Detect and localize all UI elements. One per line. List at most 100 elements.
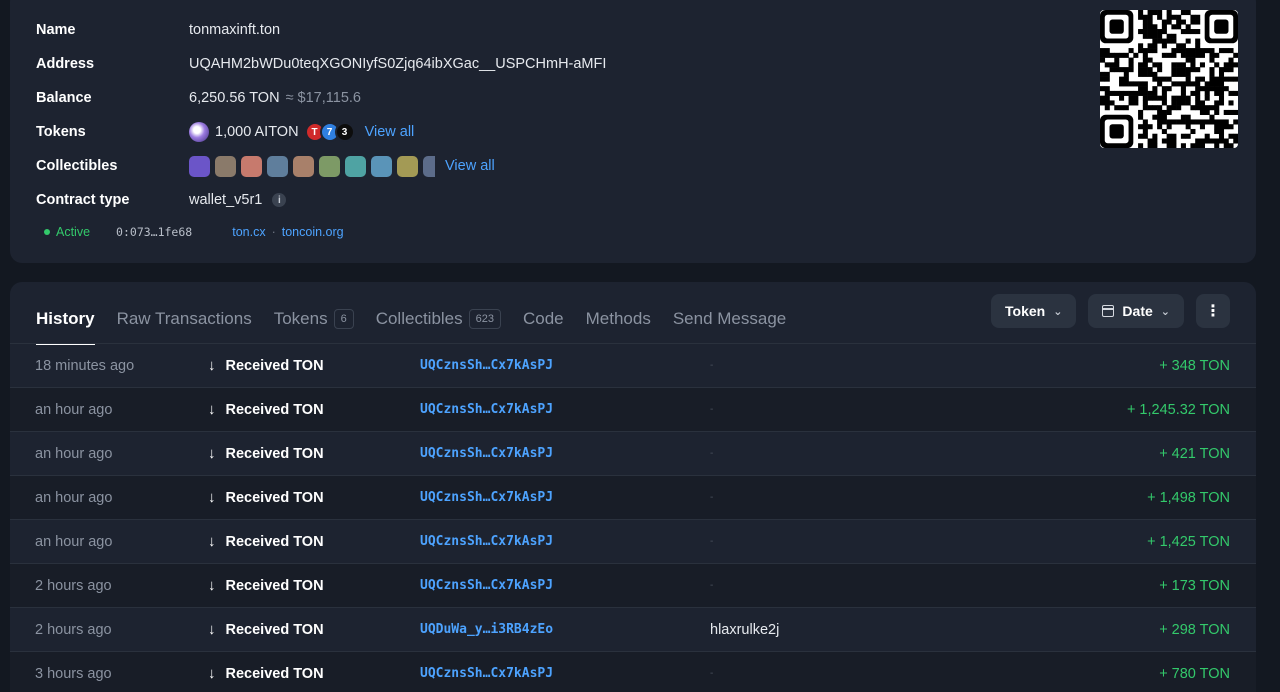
- chevron-down-icon: ⌄: [1160, 305, 1170, 318]
- tokens-label: Tokens: [36, 124, 86, 140]
- date-filter-label: Date: [1122, 303, 1153, 319]
- tx-amount: + 421 TON: [1159, 445, 1230, 462]
- address-value[interactable]: UQAHM2bWDu0teqXGONIyfS0Zjq64ibXGac__USPC…: [189, 56, 606, 72]
- tx-amount: + 298 TON: [1159, 621, 1230, 638]
- tab-send-message[interactable]: Send Message: [673, 294, 786, 344]
- filter-bar: Token ⌄ Date ⌄ ⋮: [979, 294, 1230, 328]
- tx-action: ↓ Received TON: [208, 357, 324, 374]
- active-status-dot-icon: [44, 229, 50, 235]
- tx-sender-address-link[interactable]: UQCznsSh…Cx7kAsPJ: [420, 534, 553, 549]
- status-badge: Active: [56, 225, 91, 239]
- link-separator: ·: [271, 225, 276, 239]
- collectibles-label: Collectibles: [36, 158, 118, 174]
- calendar-icon: [1102, 305, 1115, 317]
- tx-time: 3 hours ago: [35, 665, 112, 682]
- raw-address[interactable]: 0:073…1fe68: [116, 225, 192, 239]
- tab-label: History: [36, 309, 95, 328]
- contract-type-value: wallet_v5r1: [189, 192, 263, 208]
- tokens-view-all-link[interactable]: View all: [365, 124, 415, 140]
- transaction-row[interactable]: an hour ago ↓ Received TON UQCznsSh…Cx7kAsP…: [10, 475, 1256, 519]
- nft-thumbnail[interactable]: [215, 155, 236, 177]
- tx-comment: -: [710, 492, 714, 503]
- ton-cx-link[interactable]: ton.cx: [232, 225, 265, 239]
- transaction-row[interactable]: an hour ago ↓ Received TON UQCznsSh…Cx7kAsP…: [10, 519, 1256, 563]
- tab-tokens[interactable]: Tokens 6: [274, 294, 354, 344]
- tokens-value: 1,000 AITON T 7 3 View all: [189, 122, 414, 142]
- tx-action-label: Received TON: [225, 621, 324, 638]
- transaction-row[interactable]: an hour ago ↓ Received TON UQCznsSh…Cx7kAsP…: [10, 431, 1256, 475]
- balance-usd: ≈ $17,115.6: [285, 90, 361, 106]
- arrow-down-icon: ↓: [208, 533, 216, 550]
- transaction-row[interactable]: 3 hours ago ↓ Received TON UQCznsSh…Cx7kAsP…: [10, 651, 1256, 692]
- transaction-row[interactable]: 2 hours ago ↓ Received TON UQDuWa_y…i3RB4zE…: [10, 607, 1256, 651]
- black-token-icon: 3: [334, 122, 355, 142]
- tx-sender-address-link[interactable]: UQCznsSh…Cx7kAsPJ: [420, 358, 553, 373]
- nft-thumbnail[interactable]: [319, 155, 340, 177]
- tx-comment: -: [710, 580, 714, 591]
- tx-amount: + 348 TON: [1159, 357, 1230, 374]
- nft-thumbnail[interactable]: [423, 155, 435, 177]
- name-value[interactable]: tonmaxinft.ton: [189, 22, 280, 38]
- address-label: Address: [36, 56, 95, 72]
- qr-code-image: [1100, 10, 1239, 149]
- arrow-down-icon: ↓: [208, 577, 216, 594]
- transaction-row[interactable]: 18 minutes ago ↓ Received TON UQCznsSh…Cx7k…: [10, 343, 1256, 387]
- tab-raw-transactions[interactable]: Raw Transactions: [117, 294, 252, 344]
- tx-sender-address-link[interactable]: UQDuWa_y…i3RB4zEo: [420, 622, 553, 637]
- info-icon[interactable]: i: [272, 193, 287, 207]
- nft-thumbnail[interactable]: [189, 155, 210, 177]
- tx-comment: -: [710, 668, 714, 679]
- transaction-row[interactable]: an hour ago ↓ Received TON UQCznsSh…Cx7kAsP…: [10, 387, 1256, 431]
- date-filter-dropdown[interactable]: Date ⌄: [1088, 294, 1184, 328]
- aiton-token-icon: [189, 122, 209, 142]
- tx-amount: + 1,498 TON: [1147, 489, 1230, 506]
- collectibles-count-badge: 623: [468, 309, 501, 329]
- balance-value: 6,250.56 TON ≈ $17,115.6: [189, 90, 361, 106]
- address-row: Address UQAHM2bWDu0teqXGONIyfS0Zjq64ibXG…: [36, 53, 606, 75]
- transaction-row[interactable]: 2 hours ago ↓ Received TON UQCznsSh…Cx7kAsP…: [10, 563, 1256, 607]
- token-filter-dropdown[interactable]: Token ⌄: [991, 294, 1077, 328]
- nft-thumbnail[interactable]: [397, 155, 418, 177]
- qr-code[interactable]: [1100, 10, 1239, 149]
- collectibles-thumbnails: [189, 155, 435, 177]
- contract-row: Contract type wallet_v5r1 i: [36, 189, 287, 211]
- arrow-down-icon: ↓: [208, 621, 216, 638]
- tx-sender-address-link[interactable]: UQCznsSh…Cx7kAsPJ: [420, 666, 553, 681]
- tx-action-label: Received TON: [225, 533, 324, 550]
- tx-sender-address-link[interactable]: UQCznsSh…Cx7kAsPJ: [420, 446, 553, 461]
- nft-thumbnail[interactable]: [241, 155, 262, 177]
- tab-code[interactable]: Code: [523, 294, 564, 344]
- tab-bar: History Raw Transactions Tokens 6 Collect…: [36, 294, 808, 345]
- more-options-button[interactable]: ⋮: [1196, 294, 1230, 328]
- tab-methods[interactable]: Methods: [586, 294, 651, 344]
- tab-collectibles[interactable]: Collectibles 623: [376, 294, 501, 344]
- tx-action: ↓ Received TON: [208, 401, 324, 418]
- more-vertical-icon: ⋮: [1205, 303, 1221, 320]
- tab-history[interactable]: History: [36, 294, 95, 345]
- tab-label: Methods: [585, 309, 651, 328]
- tokens-count-badge: 6: [333, 309, 354, 329]
- nft-thumbnail[interactable]: [345, 155, 366, 177]
- balance-ton: 6,250.56 TON: [189, 90, 280, 106]
- tx-sender-address-link[interactable]: UQCznsSh…Cx7kAsPJ: [420, 490, 553, 505]
- tx-time: an hour ago: [35, 401, 113, 418]
- tokens-row: Tokens 1,000 AITON T 7 3 View all: [36, 121, 414, 143]
- tx-time: 18 minutes ago: [35, 357, 135, 374]
- arrow-down-icon: ↓: [208, 401, 216, 418]
- tx-amount: + 173 TON: [1159, 577, 1230, 594]
- tx-time: an hour ago: [35, 489, 113, 506]
- toncoin-org-link[interactable]: toncoin.org: [282, 225, 344, 239]
- tx-action-label: Received TON: [225, 357, 324, 374]
- collectibles-view-all-link[interactable]: View all: [445, 158, 495, 174]
- tab-label: Code: [523, 309, 564, 328]
- tx-sender-address-link[interactable]: UQCznsSh…Cx7kAsPJ: [420, 402, 553, 417]
- nft-thumbnail[interactable]: [267, 155, 288, 177]
- balance-label: Balance: [36, 90, 92, 106]
- tx-sender-address-link[interactable]: UQCznsSh…Cx7kAsPJ: [420, 578, 553, 593]
- tx-time: an hour ago: [35, 533, 113, 550]
- tx-comment: -: [710, 360, 714, 371]
- nft-thumbnail[interactable]: [293, 155, 314, 177]
- nft-thumbnail[interactable]: [371, 155, 392, 177]
- tx-amount: + 780 TON: [1159, 665, 1230, 682]
- tab-label: Tokens: [273, 309, 328, 328]
